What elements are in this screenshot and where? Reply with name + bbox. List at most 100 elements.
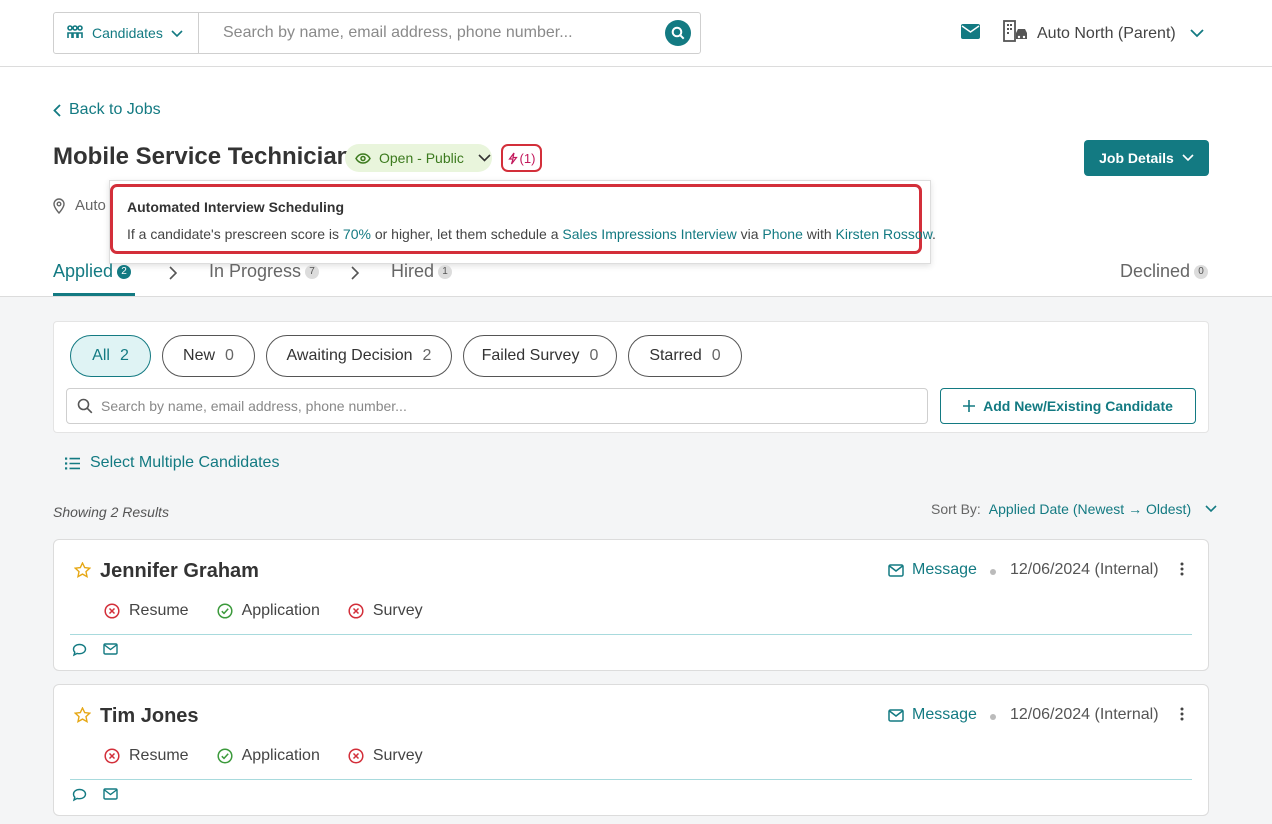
candidate-card[interactable]: Tim Jones Message 12/06/2024 (Internal) …	[53, 684, 1209, 816]
filter-count: 2	[119, 347, 129, 364]
chat-bubble-icon[interactable]	[72, 788, 87, 802]
more-options-icon[interactable]	[1180, 707, 1184, 721]
org-selector[interactable]: Auto North (Parent)	[1003, 20, 1204, 47]
envelope-icon[interactable]	[103, 788, 118, 800]
filter-starred[interactable]: Starred 0	[628, 335, 742, 377]
tab-label: Applied	[53, 261, 114, 281]
page-title: Mobile Service Technician	[53, 143, 352, 170]
sort-control[interactable]: Sort By: Applied Date (Newest → Oldest)	[931, 501, 1217, 517]
filter-count: 2	[422, 347, 432, 364]
application-status[interactable]: Application	[217, 747, 320, 765]
automation-badge[interactable]: (1)	[501, 144, 542, 172]
filter-label: All	[92, 347, 110, 364]
search-icon	[671, 26, 685, 40]
mail-icon[interactable]	[961, 24, 980, 43]
top-bar: Candidates Search by name, email address…	[0, 0, 1272, 67]
envelope-icon[interactable]	[103, 643, 118, 655]
application-status[interactable]: Application	[217, 602, 320, 620]
job-details-button[interactable]: Job Details	[1084, 140, 1209, 176]
tab-count: 7	[305, 264, 320, 279]
people-icon	[66, 24, 84, 42]
card-divider	[70, 779, 1192, 780]
x-circle-icon	[104, 603, 120, 619]
chat-bubble-icon[interactable]	[72, 643, 87, 657]
separator-dot	[990, 569, 996, 575]
chevron-down-icon	[1190, 25, 1204, 43]
add-candidate-label: Add New/Existing Candidate	[983, 398, 1173, 414]
doc-label: Application	[241, 602, 320, 619]
star-icon[interactable]	[74, 562, 91, 578]
search-category-dropdown[interactable]: Candidates	[54, 13, 199, 53]
search-icon	[77, 398, 93, 414]
job-details-label: Job Details	[1099, 150, 1174, 166]
applied-date: 12/06/2024 (Internal)	[1010, 706, 1159, 723]
interviewer-link[interactable]: Kirsten Rossow	[836, 226, 932, 242]
eye-icon	[355, 152, 371, 164]
filter-label: Failed Survey	[481, 347, 580, 364]
resume-status[interactable]: Resume	[104, 602, 189, 620]
candidate-name[interactable]: Jennifer Graham	[100, 560, 259, 583]
results-count: Showing 2 Results	[53, 504, 169, 520]
tab-label: In Progress	[209, 261, 302, 281]
chevron-down-icon	[171, 25, 183, 41]
tooltip-text: with	[802, 226, 836, 242]
card-actions	[72, 788, 118, 802]
global-search-input[interactable]: Search by name, email address, phone num…	[199, 13, 700, 53]
tooltip-text: If a candidate's prescreen score is	[127, 226, 343, 242]
message-button[interactable]: Message	[888, 561, 977, 579]
doc-label: Resume	[129, 747, 189, 764]
add-candidate-button[interactable]: Add New/Existing Candidate	[940, 388, 1196, 424]
check-circle-icon	[217, 603, 233, 619]
tab-hired[interactable]: Hired 1	[391, 261, 453, 282]
survey-status[interactable]: Survey	[348, 602, 423, 620]
chevron-right-icon	[351, 266, 359, 280]
tooltip-text: or higher, let them schedule a	[370, 226, 563, 242]
message-button[interactable]: Message	[888, 706, 977, 724]
tooltip-title: Automated Interview Scheduling	[127, 199, 345, 215]
search-button[interactable]	[665, 20, 691, 46]
active-tab-indicator	[53, 293, 135, 296]
tab-declined[interactable]: Declined 0	[1120, 261, 1209, 282]
interview-link[interactable]: Sales Impressions Interview	[562, 226, 736, 242]
doc-label: Survey	[372, 747, 423, 764]
doc-label: Survey	[372, 602, 423, 619]
job-status-dropdown[interactable]: Open - Public	[345, 144, 492, 172]
filter-failed-survey[interactable]: Failed Survey 0	[463, 335, 617, 377]
card-divider	[70, 634, 1192, 635]
back-to-jobs-link[interactable]: Back to Jobs	[53, 101, 161, 119]
filter-awaiting-decision[interactable]: Awaiting Decision 2	[266, 335, 452, 377]
filter-all[interactable]: All 2	[70, 335, 151, 377]
tab-label: Declined	[1120, 261, 1191, 281]
check-circle-icon	[217, 748, 233, 764]
tab-count: 1	[438, 264, 453, 279]
card-actions	[72, 643, 118, 657]
envelope-icon	[888, 563, 904, 577]
select-multiple-label: Select Multiple Candidates	[90, 454, 280, 471]
location-text: Auto	[75, 197, 106, 214]
tab-in-progress[interactable]: In Progress 7	[209, 261, 320, 282]
survey-status[interactable]: Survey	[348, 747, 423, 765]
resume-status[interactable]: Resume	[104, 747, 189, 765]
filter-label: Awaiting Decision	[286, 347, 413, 364]
list-icon	[65, 457, 80, 469]
back-label: Back to Jobs	[69, 101, 161, 118]
method-link[interactable]: Phone	[762, 226, 802, 242]
tab-applied[interactable]: Applied 2	[53, 261, 132, 282]
candidate-search-input[interactable]: Search by name, email address, phone num…	[66, 388, 928, 424]
separator-dot	[990, 714, 996, 720]
message-label: Message	[912, 706, 977, 723]
filter-new[interactable]: New 0	[162, 335, 255, 377]
tooltip-text: .	[932, 226, 936, 242]
chevron-down-icon	[1205, 505, 1217, 513]
candidate-name[interactable]: Tim Jones	[100, 705, 199, 728]
location-pin-icon	[53, 197, 65, 214]
select-multiple-button[interactable]: Select Multiple Candidates	[65, 454, 279, 472]
score-link[interactable]: 70%	[343, 226, 371, 242]
more-options-icon[interactable]	[1180, 562, 1184, 576]
candidate-card[interactable]: Jennifer Graham Message 12/06/2024 (Inte…	[53, 539, 1209, 671]
filter-label: New	[183, 347, 216, 364]
star-icon[interactable]	[74, 707, 91, 723]
tab-label: Hired	[391, 261, 435, 281]
tab-count: 2	[117, 264, 132, 279]
x-circle-icon	[104, 748, 120, 764]
